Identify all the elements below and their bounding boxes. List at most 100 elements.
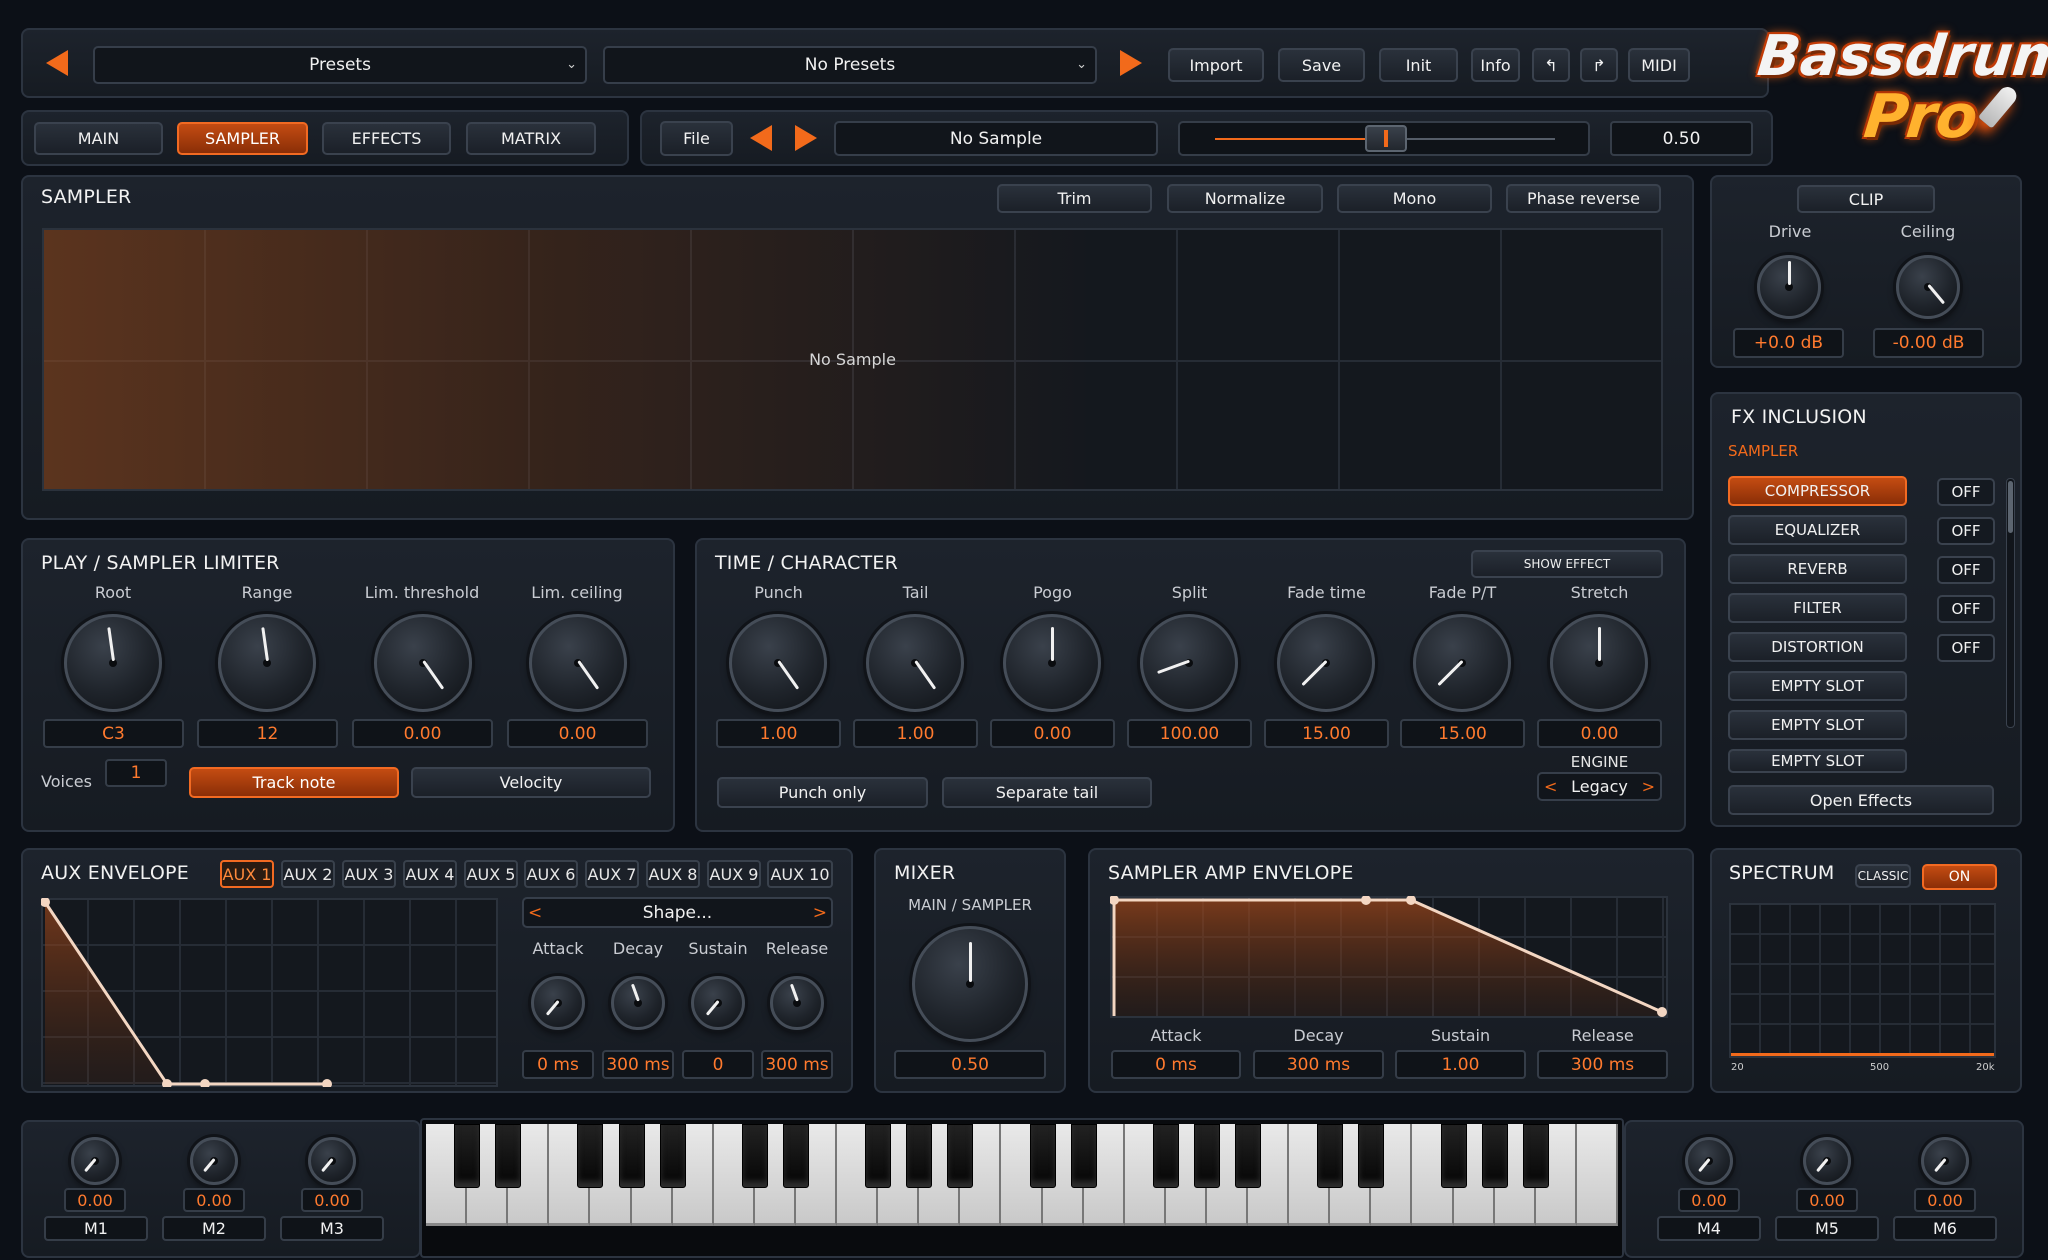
macro-m2-value[interactable]: 0.00 [183, 1188, 245, 1212]
drive-value[interactable]: +0.0 dB [1733, 328, 1844, 358]
shape-selector[interactable]: < Shape... > [522, 897, 833, 928]
black-key[interactable] [1029, 1124, 1056, 1188]
stretch-value[interactable]: 0.00 [1537, 719, 1662, 748]
aux-attack-knob[interactable] [531, 976, 585, 1030]
amp-decay-value[interactable]: 300 ms [1253, 1050, 1384, 1079]
engine-prev-arrow-icon[interactable]: < [1544, 777, 1557, 796]
pogo-knob[interactable] [1003, 614, 1101, 712]
aux-release-knob[interactable] [770, 976, 824, 1030]
preset-name-dropdown[interactable]: No Presets ⌄ [603, 46, 1097, 84]
fade-time-value[interactable]: 15.00 [1264, 719, 1389, 748]
tab-sampler[interactable]: SAMPLER [177, 122, 308, 155]
lim-ceiling-value[interactable]: 0.00 [507, 719, 648, 748]
macro-m3-knob[interactable] [308, 1137, 356, 1185]
black-key[interactable] [1070, 1124, 1097, 1188]
tab-main[interactable]: MAIN [34, 122, 163, 155]
black-key[interactable] [1152, 1124, 1179, 1188]
fx-slot-reverb[interactable]: REVERB [1728, 554, 1907, 584]
black-key[interactable] [495, 1124, 522, 1188]
root-value[interactable]: C3 [43, 719, 184, 748]
mixer-balance-knob[interactable] [912, 926, 1028, 1042]
fx-slot-equalizer[interactable]: EQUALIZER [1728, 515, 1907, 545]
slider-handle[interactable] [1365, 125, 1407, 152]
macro-m5-value[interactable]: 0.00 [1796, 1188, 1858, 1212]
lim-ceiling-knob[interactable] [529, 614, 627, 712]
info-button[interactable]: Info [1471, 48, 1520, 82]
fx-slot-empty[interactable]: EMPTY SLOT [1728, 710, 1907, 740]
aux-decay-knob[interactable] [611, 976, 665, 1030]
aux-tab-10[interactable]: AUX 10 [767, 860, 833, 888]
fade-pt-value[interactable]: 15.00 [1400, 719, 1525, 748]
white-key[interactable] [1576, 1124, 1618, 1226]
black-key[interactable] [1235, 1124, 1262, 1188]
macro-m6-value[interactable]: 0.00 [1914, 1188, 1976, 1212]
separate-tail-button[interactable]: Separate tail [942, 777, 1152, 808]
fade-time-knob[interactable] [1277, 614, 1375, 712]
tab-effects[interactable]: EFFECTS [322, 122, 451, 155]
aux-tab-1[interactable]: AUX 1 [220, 860, 274, 888]
fx-slot-filter[interactable]: FILTER [1728, 593, 1907, 623]
voices-value[interactable]: 1 [105, 759, 167, 787]
preset-bank-dropdown[interactable]: Presets ⌄ [93, 46, 587, 84]
macro-m2-knob[interactable] [190, 1137, 238, 1185]
fade-pt-knob[interactable] [1413, 614, 1511, 712]
prev-preset-arrow-icon[interactable] [46, 50, 68, 76]
split-value[interactable]: 100.00 [1127, 719, 1252, 748]
ceiling-knob[interactable] [1896, 255, 1960, 319]
amp-release-value[interactable]: 300 ms [1537, 1050, 1668, 1079]
normalize-button[interactable]: Normalize [1167, 184, 1323, 213]
black-key[interactable] [1317, 1124, 1344, 1188]
range-knob[interactable] [218, 614, 316, 712]
aux-tab-9[interactable]: AUX 9 [707, 860, 761, 888]
black-key[interactable] [577, 1124, 604, 1188]
tail-knob[interactable] [866, 614, 964, 712]
black-key[interactable] [947, 1124, 974, 1188]
fx-scrollbar[interactable] [2006, 478, 2015, 728]
init-button[interactable]: Init [1379, 48, 1458, 82]
distortion-off-toggle[interactable]: OFF [1937, 634, 1995, 662]
save-button[interactable]: Save [1278, 48, 1365, 82]
velocity-button[interactable]: Velocity [411, 767, 651, 798]
filter-off-toggle[interactable]: OFF [1937, 595, 1995, 623]
aux-release-value[interactable]: 300 ms [761, 1050, 833, 1079]
lim-threshold-value[interactable]: 0.00 [352, 719, 493, 748]
clip-button[interactable]: CLIP [1797, 185, 1935, 213]
compressor-off-toggle[interactable]: OFF [1937, 478, 1995, 506]
redo-button[interactable]: ↱ [1580, 48, 1618, 82]
spectrum-classic-button[interactable]: CLASSIC [1855, 864, 1911, 888]
black-key[interactable] [865, 1124, 892, 1188]
sample-slider-value[interactable]: 0.50 [1610, 121, 1753, 156]
macro-m4-knob[interactable] [1685, 1137, 1733, 1185]
punch-only-button[interactable]: Punch only [717, 777, 928, 808]
next-sample-arrow-icon[interactable] [795, 125, 817, 151]
aux-tab-7[interactable]: AUX 7 [585, 860, 639, 888]
waveform-display[interactable]: No Sample [42, 228, 1663, 491]
drive-knob[interactable] [1757, 255, 1821, 319]
punch-value[interactable]: 1.00 [716, 719, 841, 748]
undo-button[interactable]: ↰ [1532, 48, 1570, 82]
aux-decay-value[interactable]: 300 ms [602, 1050, 674, 1079]
phase-reverse-button[interactable]: Phase reverse [1506, 184, 1661, 213]
sample-slider[interactable] [1178, 121, 1590, 156]
aux-tab-2[interactable]: AUX 2 [281, 860, 335, 888]
mono-button[interactable]: Mono [1337, 184, 1492, 213]
black-key[interactable] [782, 1124, 809, 1188]
show-effect-button[interactable]: SHOW EFFECT [1471, 550, 1663, 578]
piano-keys[interactable] [426, 1124, 1618, 1226]
spectrum-on-button[interactable]: ON [1922, 864, 1997, 890]
piano-keyboard[interactable] [420, 1118, 1624, 1258]
import-button[interactable]: Import [1168, 48, 1264, 82]
midi-button[interactable]: MIDI [1628, 48, 1690, 82]
black-key[interactable] [454, 1124, 481, 1188]
file-button[interactable]: File [660, 121, 733, 156]
shape-next-arrow-icon[interactable]: > [813, 903, 827, 923]
open-effects-button[interactable]: Open Effects [1728, 785, 1994, 815]
trim-button[interactable]: Trim [997, 184, 1152, 213]
black-key[interactable] [1522, 1124, 1549, 1188]
ceiling-value[interactable]: -0.00 dB [1873, 328, 1984, 358]
aux-tab-4[interactable]: AUX 4 [403, 860, 457, 888]
fx-slot-distortion[interactable]: DISTORTION [1728, 632, 1907, 662]
tail-value[interactable]: 1.00 [853, 719, 978, 748]
amp-envelope-graph[interactable] [1110, 896, 1668, 1018]
next-preset-arrow-icon[interactable] [1120, 50, 1142, 76]
